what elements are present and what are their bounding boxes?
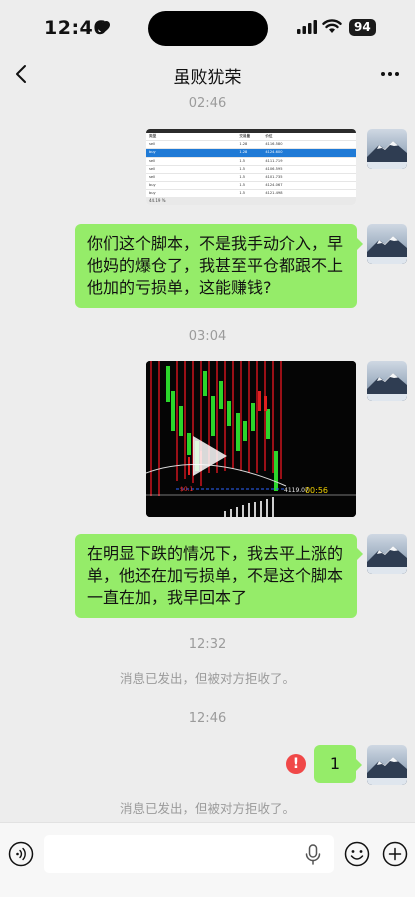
avatar[interactable] xyxy=(367,129,407,169)
emoji-icon[interactable] xyxy=(344,841,370,867)
svg-text:$0.1: $0.1 xyxy=(180,486,194,493)
table-cell: sell xyxy=(146,173,200,183)
table-cell: sell xyxy=(146,140,200,150)
table-cell: 4116.580 xyxy=(262,140,356,150)
avatar[interactable] xyxy=(367,745,407,785)
message-bubble[interactable]: 在明显下跌的情况下，我去平上涨的单，他还在加亏损单，不是这个脚本一直在加，我早回… xyxy=(75,534,363,618)
table-cell: 1.5 xyxy=(199,157,263,166)
system-message-rejected: 消息已发出，但被对方拒收了。 xyxy=(119,671,295,686)
table-cell: buy xyxy=(146,181,200,191)
table-cell: 1.28 xyxy=(199,140,263,150)
table-cell: 1.5 xyxy=(199,173,263,183)
microphone-icon[interactable] xyxy=(304,844,322,866)
timestamp: 02:46 xyxy=(188,96,227,111)
status-bar: 12:46 94 xyxy=(0,0,415,54)
table-header: 类型 xyxy=(146,133,200,142)
chat-header: 虽败犹荣 xyxy=(0,56,415,92)
table-cell: 4101.735 xyxy=(262,173,356,183)
message-bubble[interactable]: 1 xyxy=(314,745,362,783)
table-cell: 1.28 xyxy=(199,148,263,158)
timestamp: 12:46 xyxy=(188,711,227,726)
battery-indicator: 94 xyxy=(349,19,376,36)
play-icon[interactable] xyxy=(183,431,233,481)
more-options-icon[interactable] xyxy=(379,64,401,84)
avatar[interactable] xyxy=(367,224,407,264)
avatar[interactable] xyxy=(367,361,407,401)
voice-input-icon[interactable] xyxy=(8,841,34,867)
chat-title: 虽败犹荣 xyxy=(173,68,242,88)
video-duration: 00:56 xyxy=(304,486,328,495)
wifi-icon xyxy=(322,19,342,33)
table-row: sell 1.5 4101.735 xyxy=(146,173,356,183)
table-cell: sell xyxy=(146,165,200,175)
dynamic-island xyxy=(148,11,268,46)
cellular-signal-icon xyxy=(297,20,317,34)
send-failed-icon[interactable]: ! xyxy=(286,754,306,774)
heart-icon xyxy=(96,21,110,34)
trade-table: 类型 交易量 价位 sell 1.28 4116.580 buy 1.28 4124.6… xyxy=(146,133,356,199)
table-row: sell 1.5 4111.719 xyxy=(146,157,356,166)
add-attachment-icon[interactable] xyxy=(382,841,408,867)
timestamp: 12:32 xyxy=(188,637,227,652)
message-bubble[interactable]: 你们这个脚本，不是我手动介入，早他妈的爆仓了，我甚至平仓都跟不上他加的亏损单，这… xyxy=(75,224,363,308)
table-cell: 4124.600 xyxy=(262,148,356,158)
table-cell: 1.5 xyxy=(199,165,263,175)
table-cell: buy xyxy=(146,148,200,158)
table-cell: 1.5 xyxy=(199,181,263,191)
message-input[interactable] xyxy=(44,835,334,873)
table-header: 价位 xyxy=(262,133,356,142)
table-cell: 4106.595 xyxy=(262,165,356,175)
table-row: sell 1.5 4106.595 xyxy=(146,165,356,175)
table-row: sell 1.28 4116.580 xyxy=(146,140,356,150)
timestamp: 03:04 xyxy=(188,329,227,344)
video-message[interactable]: $0.1 4119.07 00:56 xyxy=(146,361,356,517)
image-message-trade-table[interactable]: 类型 交易量 价位 sell 1.28 4116.580 buy 1.28 4124.6… xyxy=(146,129,356,205)
table-cell: 4111.719 xyxy=(262,157,356,166)
table-row-selected: buy 1.28 4124.600 xyxy=(146,148,356,158)
table-header: 交易量 xyxy=(199,133,263,142)
avatar[interactable] xyxy=(367,534,407,574)
system-message-rejected: 消息已发出，但被对方拒收了。 xyxy=(119,801,295,816)
table-cell: sell xyxy=(146,157,200,166)
table-footer: 44.19 % xyxy=(146,197,356,205)
input-bar xyxy=(0,822,415,897)
table-row: buy 1.5 4124.067 xyxy=(146,181,356,191)
table-cell: 4124.067 xyxy=(262,181,356,191)
